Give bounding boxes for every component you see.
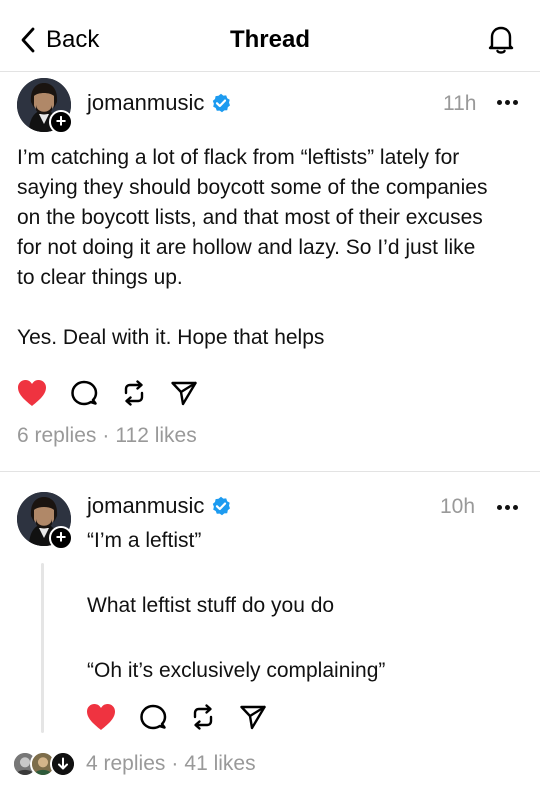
comment-icon[interactable]: [70, 379, 98, 407]
reply-count[interactable]: 6 replies: [17, 424, 96, 448]
bell-icon[interactable]: [484, 22, 518, 56]
more-icon[interactable]: [497, 97, 519, 107]
separator: ·: [102, 424, 110, 447]
post-text: I’m catching a lot of flack from “leftis…: [17, 146, 488, 349]
username[interactable]: jomanmusic: [87, 493, 204, 519]
follow-plus-icon[interactable]: +: [49, 110, 73, 134]
post-author[interactable]: jomanmusic: [87, 90, 231, 116]
reply-stats: 4 replies · 41 likes: [86, 752, 256, 776]
share-icon[interactable]: [170, 379, 198, 407]
post-stats: 6 replies · 112 likes: [17, 424, 197, 448]
top-bar: Back Thread: [0, 0, 540, 72]
username[interactable]: jomanmusic: [87, 90, 204, 116]
down-arrow-icon: [50, 751, 76, 777]
reply-time: 10h: [440, 495, 476, 518]
reply-text: “I’m a leftist” What leftist stuff do yo…: [87, 529, 386, 682]
more-icon[interactable]: [497, 502, 519, 512]
reply-author[interactable]: jomanmusic: [87, 493, 231, 519]
repost-icon[interactable]: [120, 379, 148, 407]
post-actions: [16, 378, 198, 408]
replier-avatars[interactable]: [12, 751, 76, 779]
separator: ·: [171, 752, 179, 775]
chevron-left-icon: [21, 27, 35, 53]
reply-count[interactable]: 4 replies: [86, 752, 165, 776]
divider: [0, 471, 540, 472]
repost-icon[interactable]: [189, 703, 217, 731]
heart-icon[interactable]: [16, 378, 48, 408]
back-label: Back: [46, 26, 100, 53]
verified-icon: [213, 496, 231, 516]
heart-icon[interactable]: [85, 702, 117, 732]
like-count[interactable]: 112 likes: [115, 424, 196, 448]
follow-plus-icon[interactable]: +: [49, 526, 73, 550]
comment-icon[interactable]: [139, 703, 167, 731]
post-time: 11h: [443, 92, 477, 115]
back-button[interactable]: Back: [20, 26, 99, 54]
verified-icon: [213, 93, 231, 113]
reply-actions: [85, 702, 267, 732]
like-count[interactable]: 41 likes: [184, 752, 255, 776]
share-icon[interactable]: [239, 703, 267, 731]
thread-line: [41, 563, 44, 733]
